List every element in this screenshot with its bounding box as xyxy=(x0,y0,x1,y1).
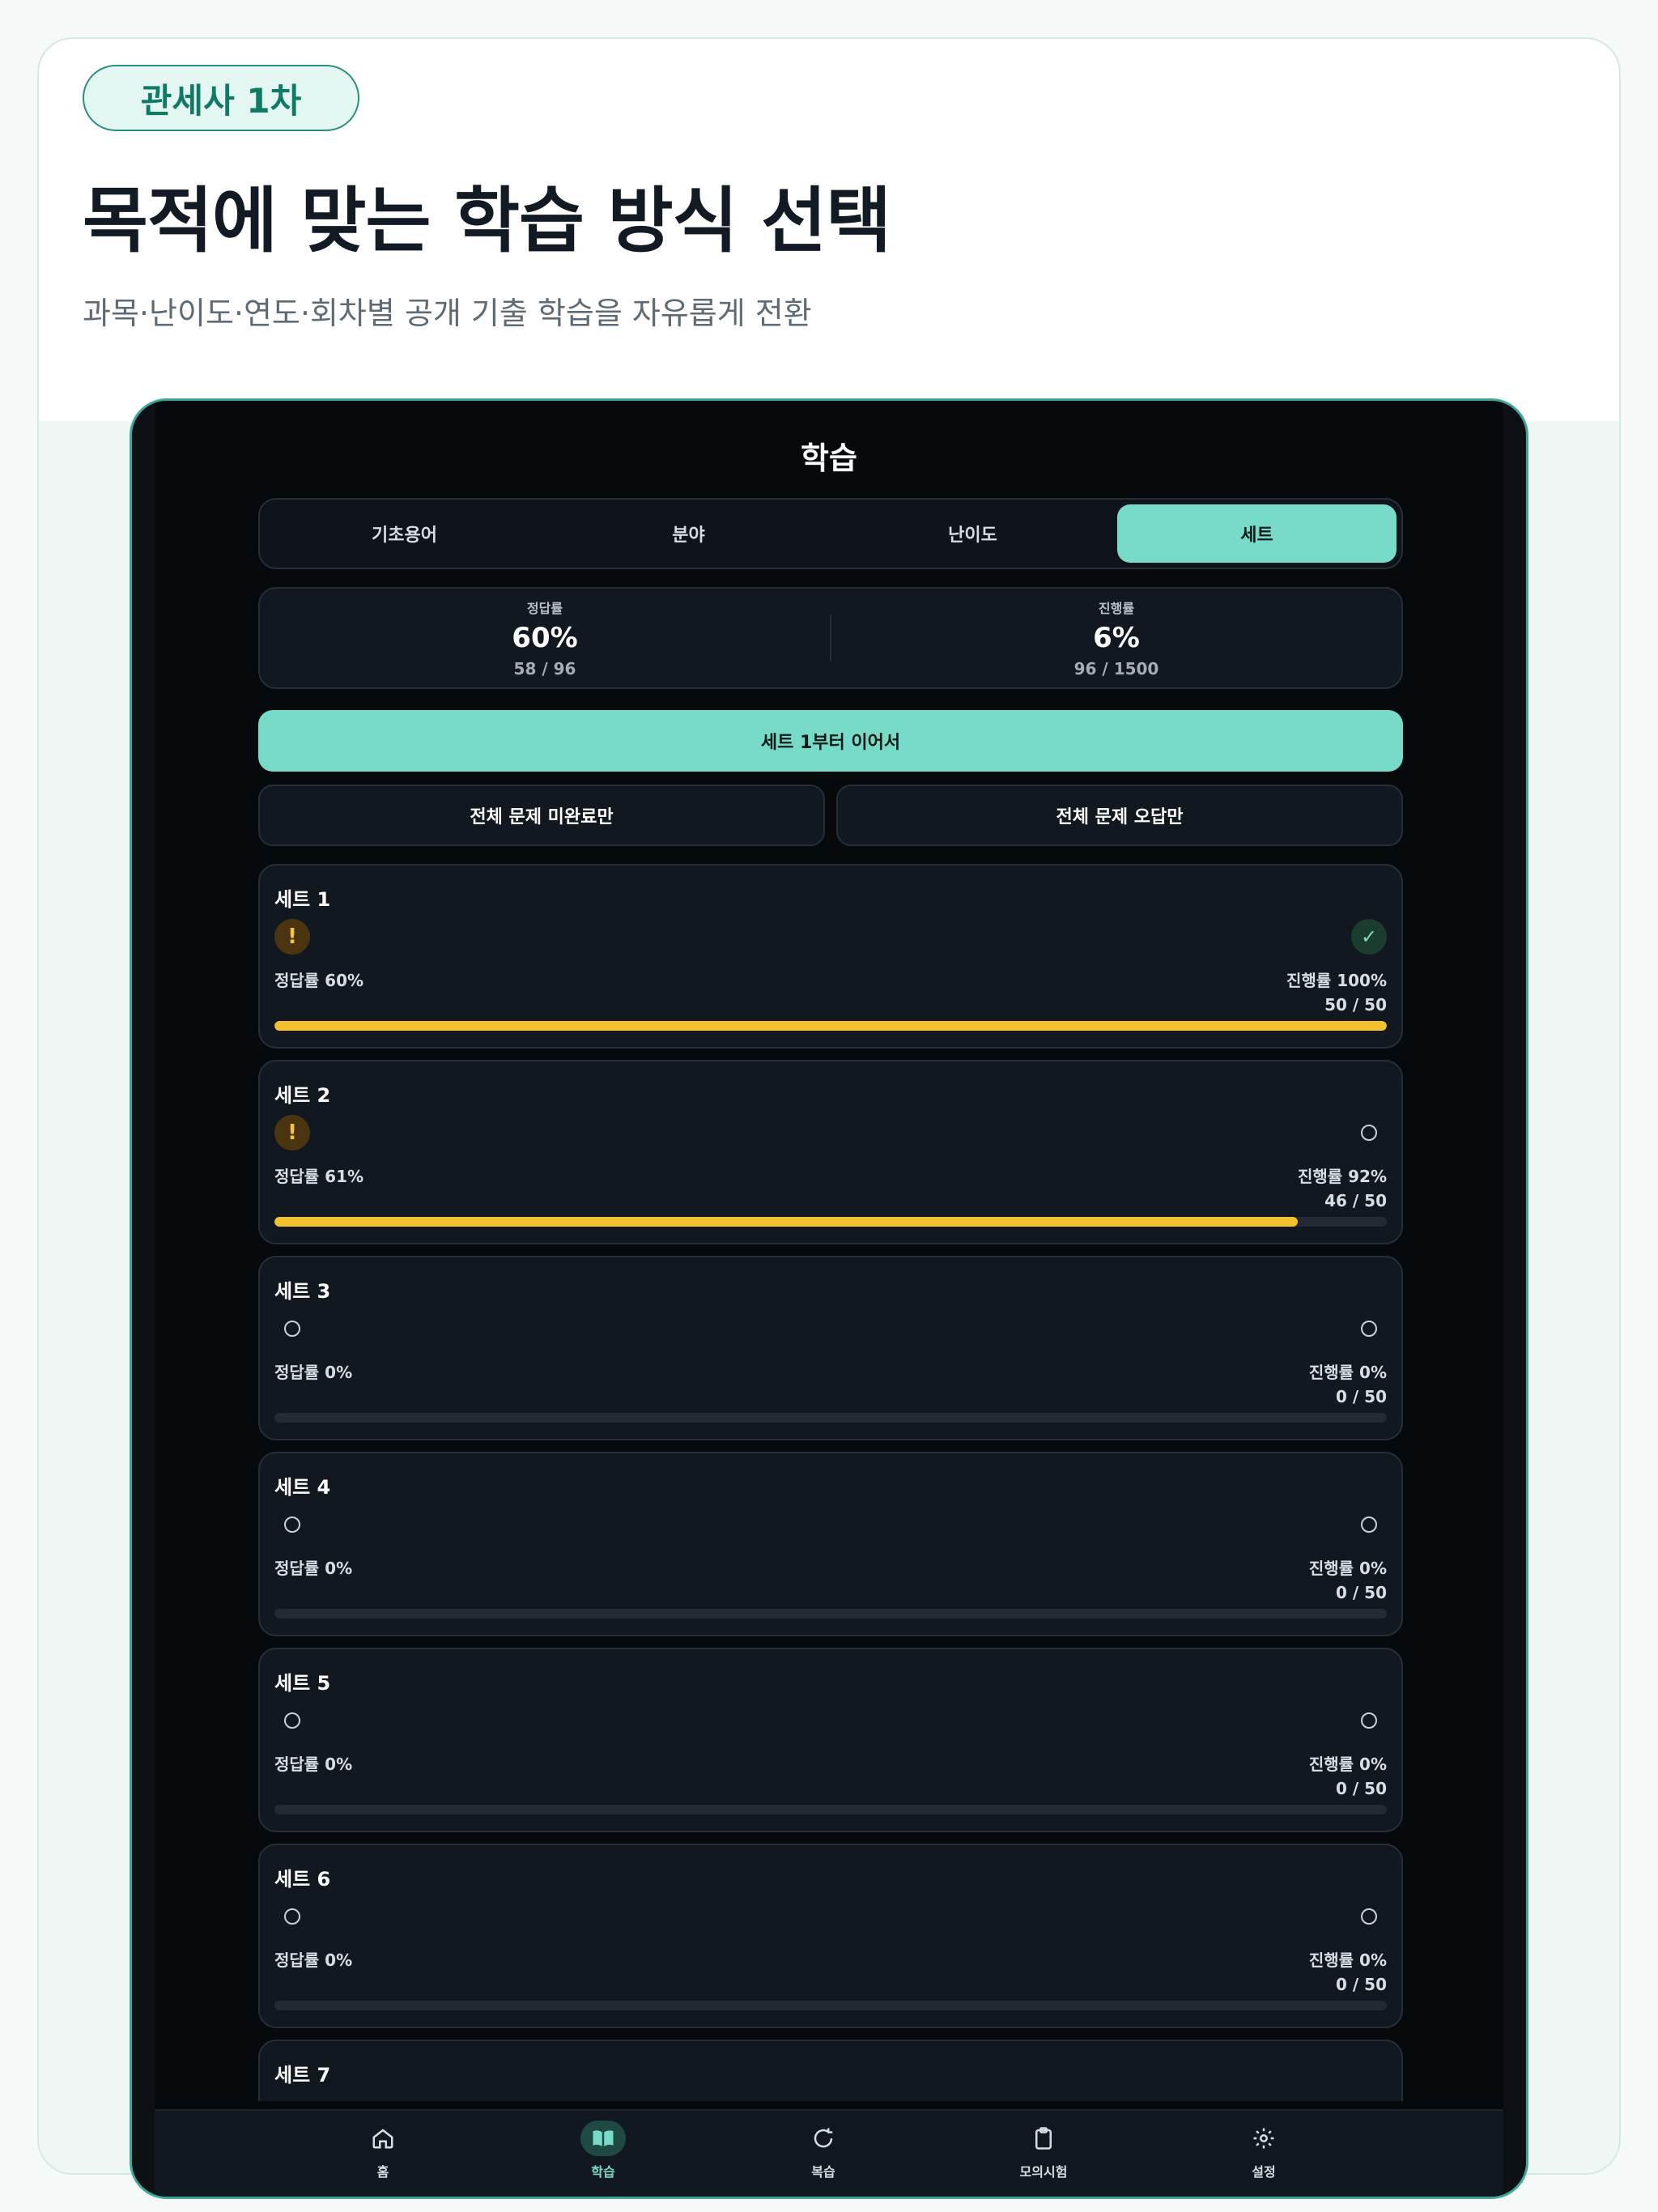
set-progress: 진행률 92% xyxy=(1297,1167,1387,1186)
incomplete-only-button[interactable]: 전체 문제 미완료만 xyxy=(258,785,825,846)
set-card[interactable]: 세트 1! ✓ 정답률 60% 진행률 100% 50 / 50 xyxy=(258,864,1403,1049)
nav-item[interactable]: 복습 xyxy=(775,2121,872,2193)
headline: 목적에 맞는 학습 방식 선택 xyxy=(83,179,891,262)
set-progress-track xyxy=(274,1805,1387,1814)
set-accuracy: 정답률 0% xyxy=(274,1950,353,1970)
circle-icon xyxy=(1351,2095,1387,2101)
warning-icon: ! xyxy=(274,919,310,955)
set-card[interactable]: 세트 3 정답률 0% 진행률 0% 0 / 50 xyxy=(258,1256,1403,1440)
set-accuracy: 정답률 0% xyxy=(274,1559,353,1578)
set-progress: 진행률 0% xyxy=(1308,1363,1387,1382)
circle-icon xyxy=(1351,1899,1387,1934)
exam-badge: 관세사 1차 xyxy=(83,65,359,131)
set-title: 세트 7 xyxy=(274,2064,331,2087)
tab-difficulty[interactable]: 난이도 xyxy=(833,504,1112,563)
nav-label: 홈 xyxy=(376,2164,389,2180)
set-progress: 진행률 0% xyxy=(1308,1559,1387,1578)
set-accuracy: 정답률 61% xyxy=(274,1167,364,1186)
tab-set[interactable]: 세트 xyxy=(1117,504,1397,563)
progress-label: 진행률 xyxy=(1098,601,1135,616)
set-accuracy: 정답률 60% xyxy=(274,971,364,990)
continue-button[interactable]: 세트 1부터 이어서 xyxy=(258,710,1403,772)
home-icon xyxy=(360,2121,406,2156)
accuracy-count: 58 / 96 xyxy=(513,659,576,678)
nav-item[interactable]: 모의시험 xyxy=(995,2121,1092,2193)
set-count: 0 / 50 xyxy=(1336,1779,1387,1798)
nav-item[interactable]: 홈 xyxy=(334,2121,432,2193)
accuracy-value: 60% xyxy=(512,622,578,654)
wrong-only-button[interactable]: 전체 문제 오답만 xyxy=(836,785,1403,846)
bottom-nav: 홈 학습 복습 모의시험 설정 xyxy=(155,2109,1503,2197)
set-title: 세트 5 xyxy=(274,1672,331,1695)
set-title: 세트 2 xyxy=(274,1084,331,1107)
set-card[interactable]: 세트 7 xyxy=(258,2040,1403,2101)
circle-icon xyxy=(274,1507,310,1542)
progress-count: 96 / 1500 xyxy=(1073,659,1159,678)
set-card[interactable]: 세트 4 정답률 0% 진행률 0% 0 / 50 xyxy=(258,1452,1403,1636)
set-card[interactable]: 세트 5 정답률 0% 진행률 0% 0 / 50 xyxy=(258,1648,1403,1832)
set-accuracy: 정답률 0% xyxy=(274,1755,353,1774)
set-list: 세트 1! ✓ 정답률 60% 진행률 100% 50 / 50 세트 2! 정답률 61%… xyxy=(258,864,1403,2101)
set-count: 0 / 50 xyxy=(1336,1387,1387,1406)
set-count: 0 / 50 xyxy=(1336,1583,1387,1602)
set-card[interactable]: 세트 6 정답률 0% 진행률 0% 0 / 50 xyxy=(258,1844,1403,2028)
set-count: 50 / 50 xyxy=(1324,995,1387,1015)
set-progress: 진행률 100% xyxy=(1286,971,1387,990)
tab-basic-terms[interactable]: 기초용어 xyxy=(265,504,544,563)
nav-label: 모의시험 xyxy=(1019,2164,1068,2180)
set-progress-track xyxy=(274,1413,1387,1423)
circle-icon xyxy=(274,1899,310,1934)
tab-field[interactable]: 분야 xyxy=(549,504,828,563)
set-title: 세트 1 xyxy=(274,888,331,911)
progress-stat: 진행률 6% 96 / 1500 xyxy=(831,589,1401,687)
circle-icon xyxy=(1351,1115,1387,1151)
screen-title: 학습 xyxy=(801,440,857,476)
circle-icon xyxy=(274,1311,310,1346)
set-card[interactable]: 세트 2! 정답률 61% 진행률 92% 46 / 50 xyxy=(258,1060,1403,1244)
nav-label: 복습 xyxy=(811,2164,835,2180)
set-progress-fill xyxy=(274,1021,1387,1031)
circle-icon xyxy=(1351,1703,1387,1738)
set-progress: 진행률 0% xyxy=(1308,1755,1387,1774)
set-title: 세트 6 xyxy=(274,1868,331,1891)
set-progress-track xyxy=(274,1609,1387,1619)
nav-label: 설정 xyxy=(1252,2164,1276,2180)
circle-icon xyxy=(274,1703,310,1738)
set-count: 0 / 50 xyxy=(1336,1975,1387,1994)
set-progress: 진행률 0% xyxy=(1308,1950,1387,1970)
gear-icon xyxy=(1241,2121,1286,2156)
set-progress-track xyxy=(274,2001,1387,2010)
circle-icon xyxy=(274,2095,310,2101)
accuracy-stat: 정답률 60% 58 / 96 xyxy=(260,589,830,687)
set-title: 세트 4 xyxy=(274,1476,331,1499)
warning-icon: ! xyxy=(274,1115,310,1151)
set-progress-fill xyxy=(274,1217,1299,1227)
tablet-frame: 학습 기초용어 분야 난이도 세트 정답률 60% 58 / 96 진행률 6%… xyxy=(130,398,1528,2199)
refresh-icon xyxy=(801,2121,846,2156)
set-count: 46 / 50 xyxy=(1324,1191,1387,1210)
accuracy-label: 정답률 xyxy=(526,601,563,616)
mode-tabs: 기초용어 분야 난이도 세트 xyxy=(258,498,1403,569)
check-icon: ✓ xyxy=(1351,919,1387,955)
app-screen: 학습 기초용어 분야 난이도 세트 정답률 60% 58 / 96 진행률 6%… xyxy=(155,401,1503,2197)
circle-icon xyxy=(1351,1311,1387,1346)
set-progress-track xyxy=(274,1021,1387,1031)
progress-value: 6% xyxy=(1093,622,1140,654)
set-accuracy: 정답률 0% xyxy=(274,1363,353,1382)
set-progress-track xyxy=(274,1217,1387,1227)
nav-item[interactable]: 학습 xyxy=(555,2121,652,2193)
book-icon xyxy=(580,2121,626,2156)
subheadline: 과목·난이도·연도·회차별 공개 기출 학습을 자유롭게 전환 xyxy=(83,296,812,331)
stats-panel: 정답률 60% 58 / 96 진행률 6% 96 / 1500 xyxy=(258,587,1403,689)
nav-label: 학습 xyxy=(591,2164,615,2180)
circle-icon xyxy=(1351,1507,1387,1542)
set-title: 세트 3 xyxy=(274,1280,331,1303)
clipboard-icon xyxy=(1021,2121,1066,2156)
nav-item[interactable]: 설정 xyxy=(1215,2121,1312,2193)
